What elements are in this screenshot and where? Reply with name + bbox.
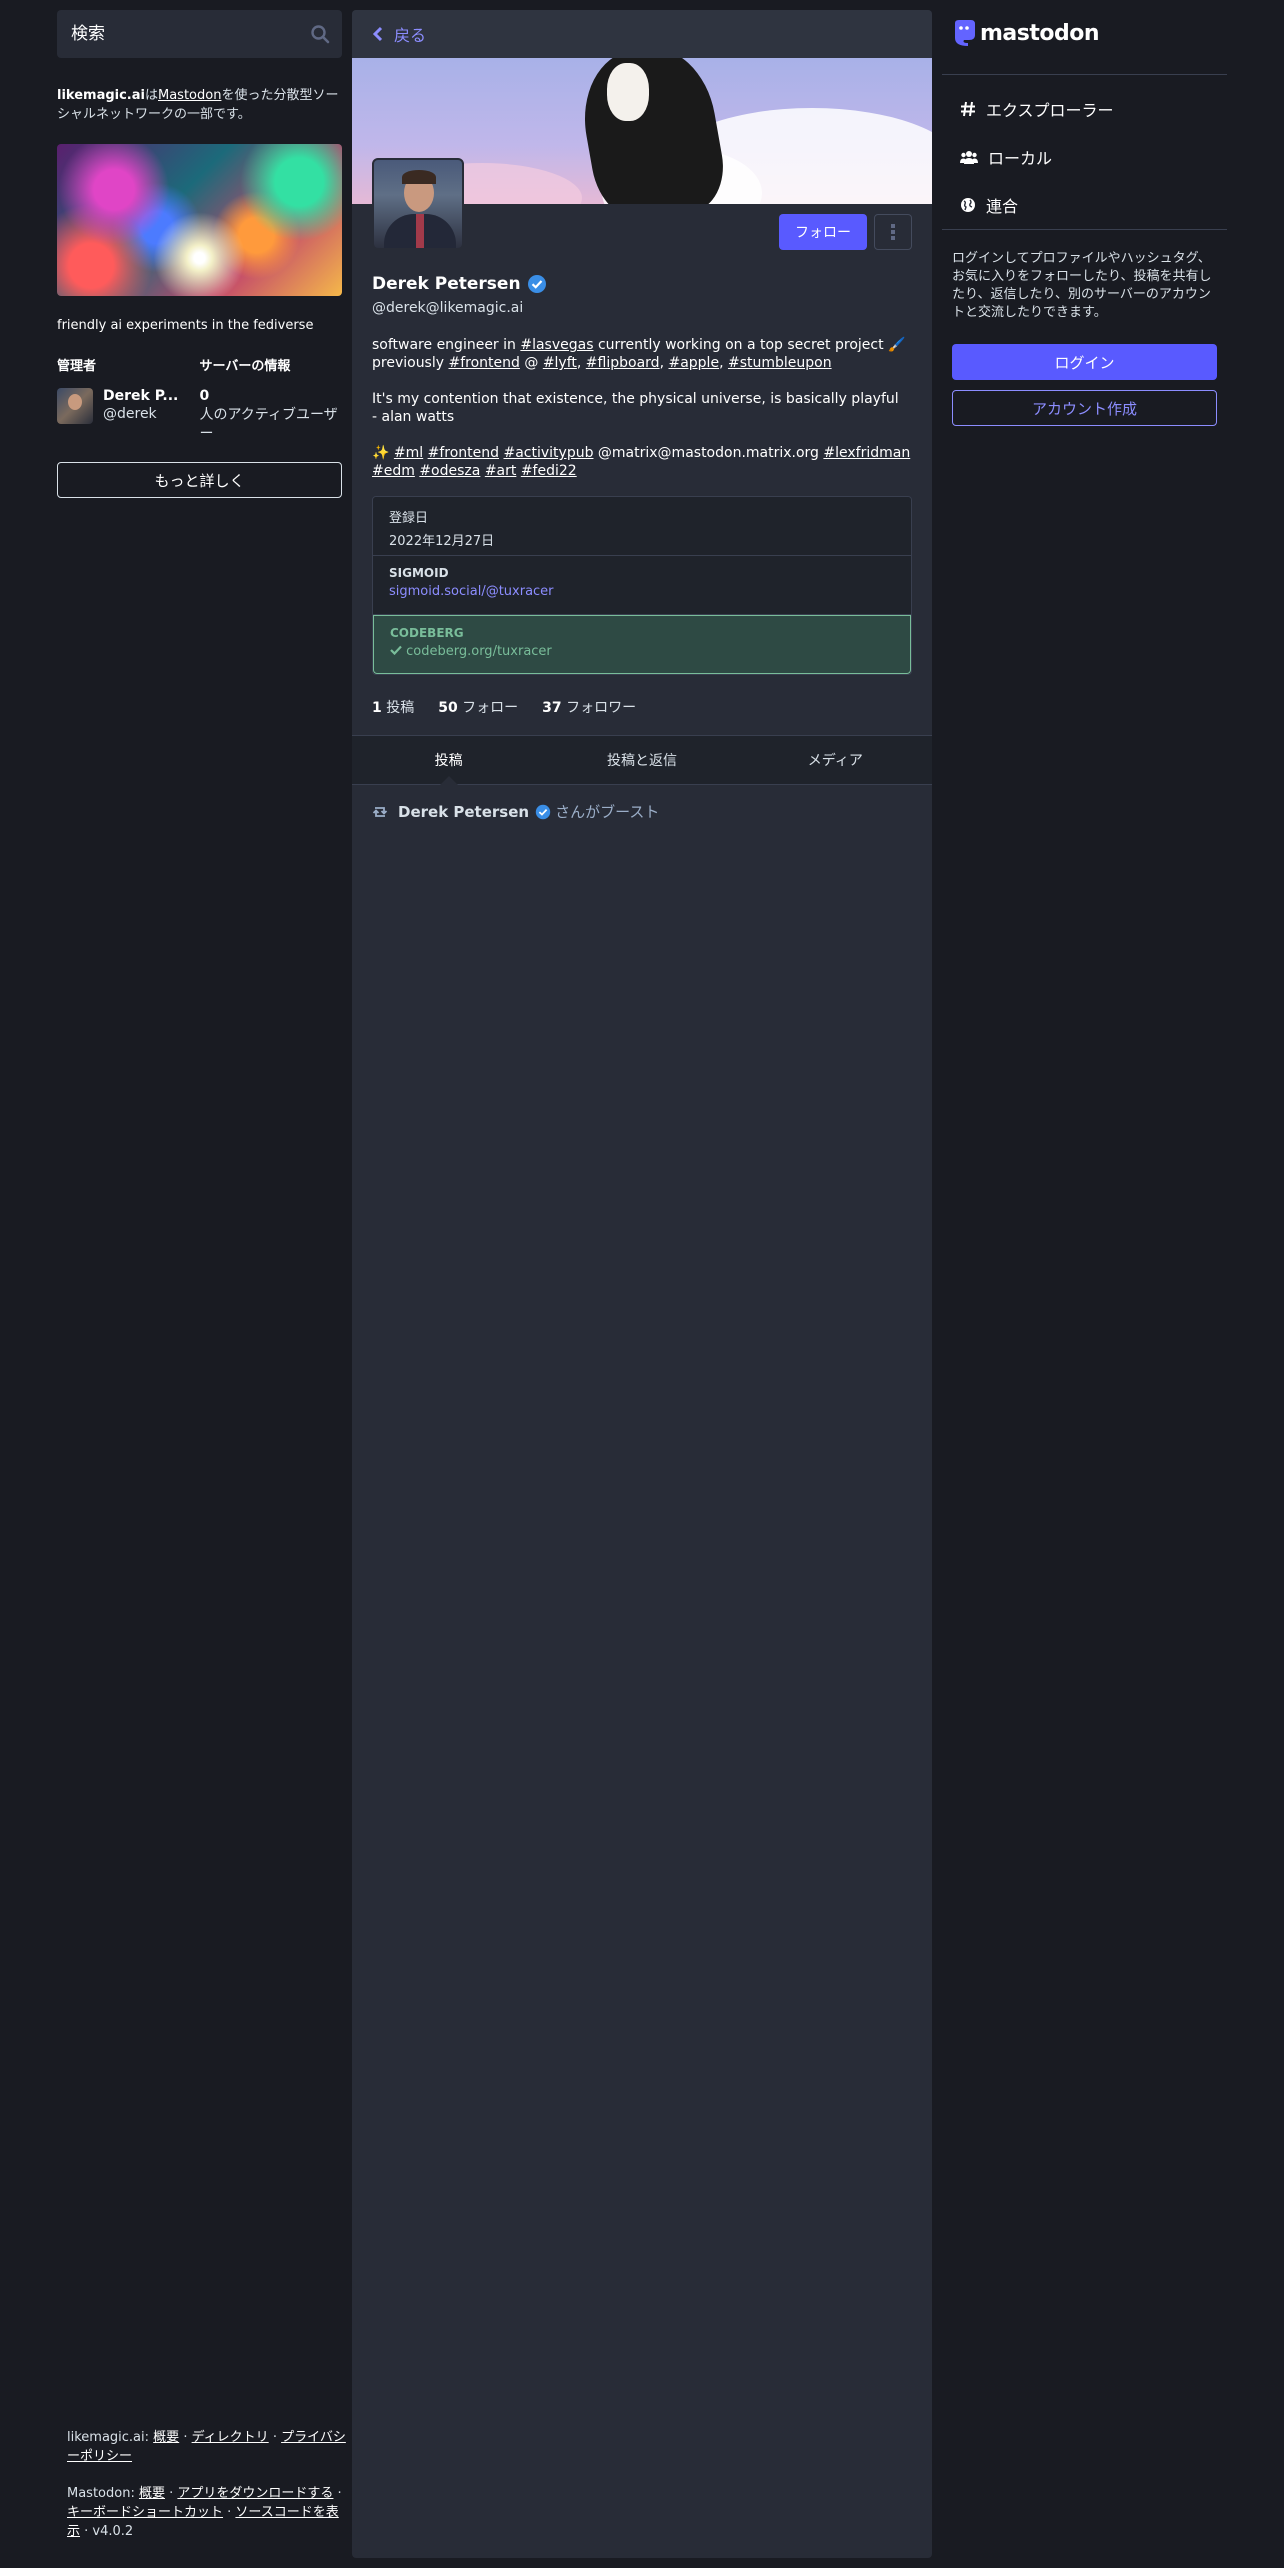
admin-account[interactable]: Derek P... @derek — [57, 388, 200, 424]
admin-heading: 管理者 — [57, 359, 97, 374]
right-sidebar: mastodon エクスプローラー ローカル 連合 ログインしてプロファイルやハ… — [942, 10, 1227, 426]
hashtag-link[interactable]: #fedi22 — [521, 463, 577, 479]
logo-wordmark: mastodon — [980, 20, 1100, 46]
footer-mastodon-links: Mastodon: 概要 · アプリをダウンロードする · キーボードショートカ… — [67, 2486, 342, 2539]
tab-posts-and-replies[interactable]: 投稿と返信 — [545, 736, 738, 784]
followers-count[interactable]: 37 フォロワー — [542, 697, 636, 717]
verified-badge-icon — [527, 275, 546, 293]
more-options-button[interactable] — [874, 214, 912, 250]
hashtag-link[interactable]: #lexfridman — [823, 445, 910, 461]
active-user-label: 人のアクティブユーザー — [199, 407, 338, 442]
field-sigmoid: SIGMOID sigmoid.social/@tuxracer — [373, 556, 911, 615]
hashtag-link[interactable]: #lyft — [543, 355, 577, 371]
server-about-text: likemagic.aiはMastodonを使った分散型ソーシャルネットワークの… — [57, 88, 339, 122]
footer-directory-link[interactable]: ディレクトリ — [192, 2430, 269, 2445]
admin-section: 管理者 Derek P... @derek — [57, 355, 200, 444]
users-icon — [960, 151, 978, 164]
boost-suffix: さんがブースト — [555, 803, 660, 821]
field-verified-link[interactable]: codeberg.org/tuxracer — [390, 644, 894, 659]
server-domain: likemagic.ai — [57, 88, 145, 103]
login-button[interactable]: ログイン — [952, 344, 1217, 380]
profile-bio: software engineer in #lasvegas currently… — [372, 337, 911, 479]
footer-version: v4.0.2 — [92, 2524, 134, 2539]
checkmark-icon — [390, 645, 402, 656]
admin-avatar[interactable] — [57, 388, 93, 424]
kebab-menu-icon — [891, 224, 895, 240]
field-label: SIGMOID — [389, 566, 449, 580]
hashtag-link[interactable]: #frontend — [428, 445, 499, 461]
nav-item-explore[interactable]: エクスプローラー — [942, 85, 1227, 133]
profile-tabs: 投稿 投稿と返信 メディア — [352, 735, 932, 785]
hashtag-link[interactable]: #stumbleupon — [728, 355, 832, 371]
server-info-heading: サーバーの情報 — [199, 359, 291, 374]
profile-counts: 1 投稿 50 フォロー 37 フォロワー — [372, 697, 912, 735]
server-description: friendly ai experiments in the fediverse — [57, 318, 314, 333]
hashtag-icon — [961, 101, 975, 117]
follow-button[interactable]: フォロー — [779, 214, 867, 250]
field-value: 2022年12月27日 — [389, 534, 495, 549]
tab-posts[interactable]: 投稿 — [352, 736, 545, 785]
server-hero-image — [57, 144, 342, 296]
mention-text: @matrix@mastodon.matrix.org — [597, 445, 819, 461]
hashtag-link[interactable]: #odesza — [419, 463, 480, 479]
admin-handle: @derek — [103, 406, 157, 422]
hashtag-link[interactable]: #art — [485, 463, 517, 479]
back-label: 戻る — [394, 26, 427, 45]
posts-count[interactable]: 1 投稿 — [372, 697, 414, 717]
profile-column: 戻る フォロー Derek Petersen @derek@likemagic.… — [352, 10, 932, 2558]
hashtag-link[interactable]: #frontend — [448, 355, 519, 371]
admin-name[interactable]: Derek P... — [103, 388, 178, 404]
footer-keyboard-shortcuts-link[interactable]: キーボードショートカット — [67, 2505, 223, 2520]
learn-more-button[interactable]: もっと詳しく — [57, 462, 342, 498]
sign-up-button[interactable]: アカウント作成 — [952, 390, 1217, 426]
verified-badge-icon — [535, 804, 551, 819]
booster-name[interactable]: Derek Petersen — [398, 803, 529, 821]
footer-about-link[interactable]: 概要 — [153, 2430, 179, 2445]
footer-server-links: likemagic.ai: 概要 · ディレクトリ · プライバシーポリシー — [67, 2430, 346, 2464]
field-codeberg-verified: CODEBERG codeberg.org/tuxracer — [373, 615, 911, 674]
active-user-count: 0 — [199, 388, 210, 404]
hashtag-link[interactable]: #apple — [668, 355, 719, 371]
signin-banner-text: ログインしてプロファイルやハッシュタグ、お気に入りをフォローしたり、投稿を共有し… — [952, 251, 1212, 320]
display-name: Derek Petersen — [372, 274, 912, 294]
field-label: 登録日 — [389, 511, 429, 526]
main-nav: エクスプローラー ローカル 連合 — [942, 75, 1227, 229]
server-stats-section: サーバーの情報 0 人のアクティブユーザー — [200, 355, 343, 444]
mastodon-logo[interactable]: mastodon — [942, 10, 1227, 56]
globe-icon — [961, 198, 975, 212]
nav-item-federated[interactable]: 連合 — [942, 181, 1227, 229]
footer-download-app-link[interactable]: アプリをダウンロードする — [177, 2486, 333, 2501]
mastodon-logo-icon — [955, 20, 975, 46]
boost-indicator: Derek Petersen さんがブースト — [352, 785, 932, 838]
footer-mastodon-about-link[interactable]: 概要 — [139, 2486, 165, 2501]
nav-item-local[interactable]: ローカル — [942, 133, 1227, 181]
tab-media[interactable]: メディア — [739, 736, 932, 784]
left-footer: likemagic.ai: 概要 · ディレクトリ · プライバシーポリシー M… — [67, 2428, 347, 2559]
search-icon — [311, 25, 330, 44]
server-info-row: 管理者 Derek P... @derek サーバーの情報 0 人のアクティブユ… — [57, 355, 342, 444]
profile-fields: 登録日 2022年12月27日 SIGMOID sigmoid.social/@… — [372, 496, 912, 675]
field-label: CODEBERG — [390, 626, 464, 640]
field-link[interactable]: sigmoid.social/@tuxracer — [389, 584, 895, 599]
field-joined: 登録日 2022年12月27日 — [373, 497, 911, 556]
search-input[interactable] — [71, 24, 328, 44]
following-count[interactable]: 50 フォロー — [438, 697, 518, 717]
hashtag-link[interactable]: #edm — [372, 463, 415, 479]
chevron-left-icon — [372, 26, 383, 42]
sparkles-emoji: ✨ — [372, 445, 390, 461]
boost-icon — [372, 806, 388, 817]
account-handle: @derek@likemagic.ai — [372, 300, 524, 316]
hashtag-link[interactable]: #lasvegas — [520, 337, 593, 353]
profile-action-bar: フォロー — [352, 158, 932, 274]
left-sidebar: likemagic.aiはMastodonを使った分散型ソーシャルネットワークの… — [57, 10, 342, 498]
profile-body: Derek Petersen @derek@likemagic.ai softw… — [352, 274, 932, 735]
mastodon-link[interactable]: Mastodon — [158, 88, 221, 103]
search-box[interactable] — [57, 10, 342, 58]
hashtag-link[interactable]: #flipboard — [586, 355, 660, 371]
hashtag-link[interactable]: #activitypub — [503, 445, 593, 461]
back-button[interactable]: 戻る — [352, 10, 932, 58]
profile-avatar[interactable] — [372, 158, 464, 250]
hashtag-link[interactable]: #ml — [394, 445, 423, 461]
